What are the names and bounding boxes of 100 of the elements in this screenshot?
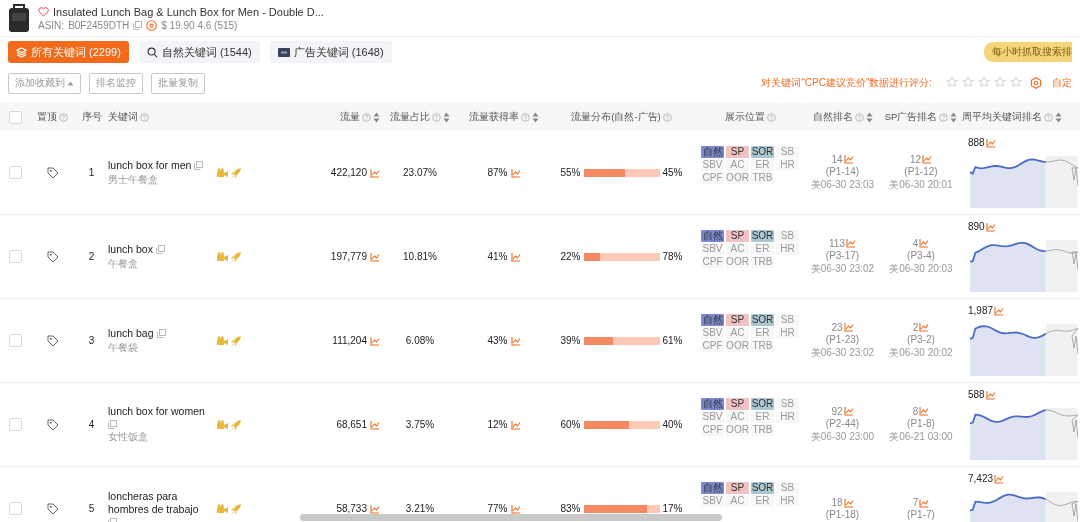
rocket-icon[interactable] [231, 251, 241, 262]
trend-chart-icon[interactable] [985, 137, 996, 148]
tag-icon[interactable] [46, 250, 59, 263]
help-icon[interactable] [854, 112, 864, 122]
keyword-text[interactable]: lunch box [108, 242, 153, 256]
help-icon[interactable] [521, 112, 530, 122]
column-header[interactable]: 流量 [340, 110, 380, 124]
video-camera-icon[interactable] [217, 504, 228, 513]
sort-icon[interactable] [443, 111, 450, 123]
trend-chart-icon[interactable] [843, 406, 854, 416]
tag-icon[interactable] [46, 418, 59, 431]
row-checkbox[interactable] [8, 250, 22, 263]
column-header[interactable]: 展示位置 [724, 110, 776, 124]
row-checkbox[interactable] [8, 502, 22, 515]
keyword-tab[interactable]: 自然关键词 (1544) [138, 41, 260, 63]
copy-icon[interactable] [108, 420, 117, 429]
trend-chart-icon[interactable] [510, 251, 521, 262]
keyword-text[interactable]: lunch bag [108, 326, 154, 340]
sp-ad-rank: 7 [912, 497, 919, 508]
trend-chart-icon[interactable] [510, 167, 521, 178]
trend-chart-icon[interactable] [919, 322, 930, 332]
help-icon[interactable] [140, 112, 149, 122]
column-header[interactable]: 关键词 [108, 110, 149, 124]
column-header[interactable]: SP广告排名 [884, 110, 958, 124]
settings-icon[interactable] [1030, 77, 1042, 89]
trend-chart-icon[interactable] [919, 497, 930, 508]
help-icon[interactable] [939, 112, 949, 122]
trend-chart-icon[interactable] [985, 221, 996, 232]
help-icon[interactable] [662, 112, 672, 122]
trend-chart-icon[interactable] [370, 419, 380, 430]
help-icon[interactable] [1044, 112, 1053, 122]
copy-icon[interactable] [155, 244, 165, 254]
trend-chart-icon[interactable] [843, 497, 854, 508]
sp-ad-rank: 8 [912, 405, 919, 417]
trend-chart-icon[interactable] [510, 419, 521, 430]
trend-chart-icon[interactable] [370, 503, 380, 514]
rocket-icon[interactable] [231, 335, 241, 346]
rocket-icon[interactable] [231, 167, 241, 178]
sort-icon[interactable] [865, 111, 873, 123]
organic-rank: 23 [831, 321, 843, 333]
trend-chart-icon[interactable] [994, 305, 1005, 316]
video-camera-icon[interactable] [217, 252, 228, 261]
copy-icon[interactable] [133, 20, 143, 30]
keyword-translation: 女性饭盒 [108, 430, 149, 444]
trend-chart-icon[interactable] [845, 238, 856, 248]
help-icon[interactable] [362, 112, 371, 122]
rating-label: 对关键词“CPC建议竞价”数据进行评分: [761, 76, 932, 90]
keyword-text[interactable]: loncheras para hombres de trabajo [108, 490, 214, 516]
product-title[interactable]: Insulated Lunch Bag & Lunch Box for Men - Double D... [53, 5, 324, 18]
organic-rank: 18 [831, 497, 843, 508]
organic-rank: 113 [829, 237, 845, 249]
column-header[interactable]: 置顶 [37, 110, 68, 124]
trend-chart-icon[interactable] [843, 154, 854, 164]
video-camera-icon[interactable] [217, 168, 228, 177]
keyword-text[interactable]: lunch box for women [108, 405, 205, 418]
trend-chart-icon[interactable] [370, 251, 380, 262]
row-checkbox[interactable] [8, 166, 22, 179]
trend-chart-icon[interactable] [510, 335, 521, 346]
sort-icon[interactable] [373, 111, 380, 123]
trend-chart-icon[interactable] [370, 167, 380, 178]
column-header[interactable]: 流量获得率 [469, 110, 539, 124]
trend-chart-icon[interactable] [510, 503, 521, 514]
sort-icon[interactable] [1055, 111, 1062, 123]
organic-percent: 39% [560, 335, 581, 346]
rocket-icon[interactable] [231, 419, 241, 430]
traffic-share: 3.21% [405, 503, 435, 514]
video-camera-icon[interactable] [217, 420, 228, 429]
column-header[interactable]: 周平均关键词排名 [962, 110, 1062, 124]
copy-icon[interactable] [156, 328, 166, 338]
tag-icon[interactable] [46, 502, 59, 515]
column-header[interactable]: 序号 [81, 110, 102, 124]
rocket-icon[interactable] [231, 503, 241, 514]
column-header[interactable]: 流量占比 [390, 110, 450, 124]
select-all-checkbox[interactable] [8, 110, 22, 124]
tag-icon[interactable] [46, 166, 59, 179]
help-icon[interactable] [766, 112, 776, 122]
trend-chart-icon[interactable] [370, 335, 380, 346]
organic-percent: 83% [560, 503, 581, 514]
video-camera-icon[interactable] [217, 336, 228, 345]
sort-icon[interactable] [950, 111, 958, 123]
tag-icon[interactable] [46, 334, 59, 347]
trend-chart-icon[interactable] [922, 154, 933, 164]
copy-icon[interactable] [194, 160, 204, 170]
trend-chart-icon[interactable] [919, 406, 930, 416]
sort-icon[interactable] [532, 111, 539, 123]
heart-icon[interactable] [38, 6, 49, 17]
keyword-translation: 午餐盒 [108, 256, 139, 271]
trend-chart-icon[interactable] [843, 322, 854, 332]
row-checkbox[interactable] [8, 334, 22, 347]
row-checkbox[interactable] [8, 418, 22, 431]
help-icon[interactable] [59, 112, 68, 122]
trend-chart-icon[interactable] [985, 389, 996, 400]
keyword-tab[interactable]: 广告关键词 (1648) [269, 41, 392, 63]
column-header[interactable]: 流量分布(自然-广告) [571, 110, 672, 124]
column-header[interactable]: 自然排名 [812, 110, 873, 124]
help-icon[interactable] [432, 112, 441, 122]
trend-chart-icon[interactable] [919, 238, 930, 248]
keyword-text[interactable]: lunch box for men [108, 158, 192, 172]
horizontal-scrollbar[interactable] [300, 514, 722, 521]
trend-chart-icon[interactable] [994, 473, 1005, 484]
